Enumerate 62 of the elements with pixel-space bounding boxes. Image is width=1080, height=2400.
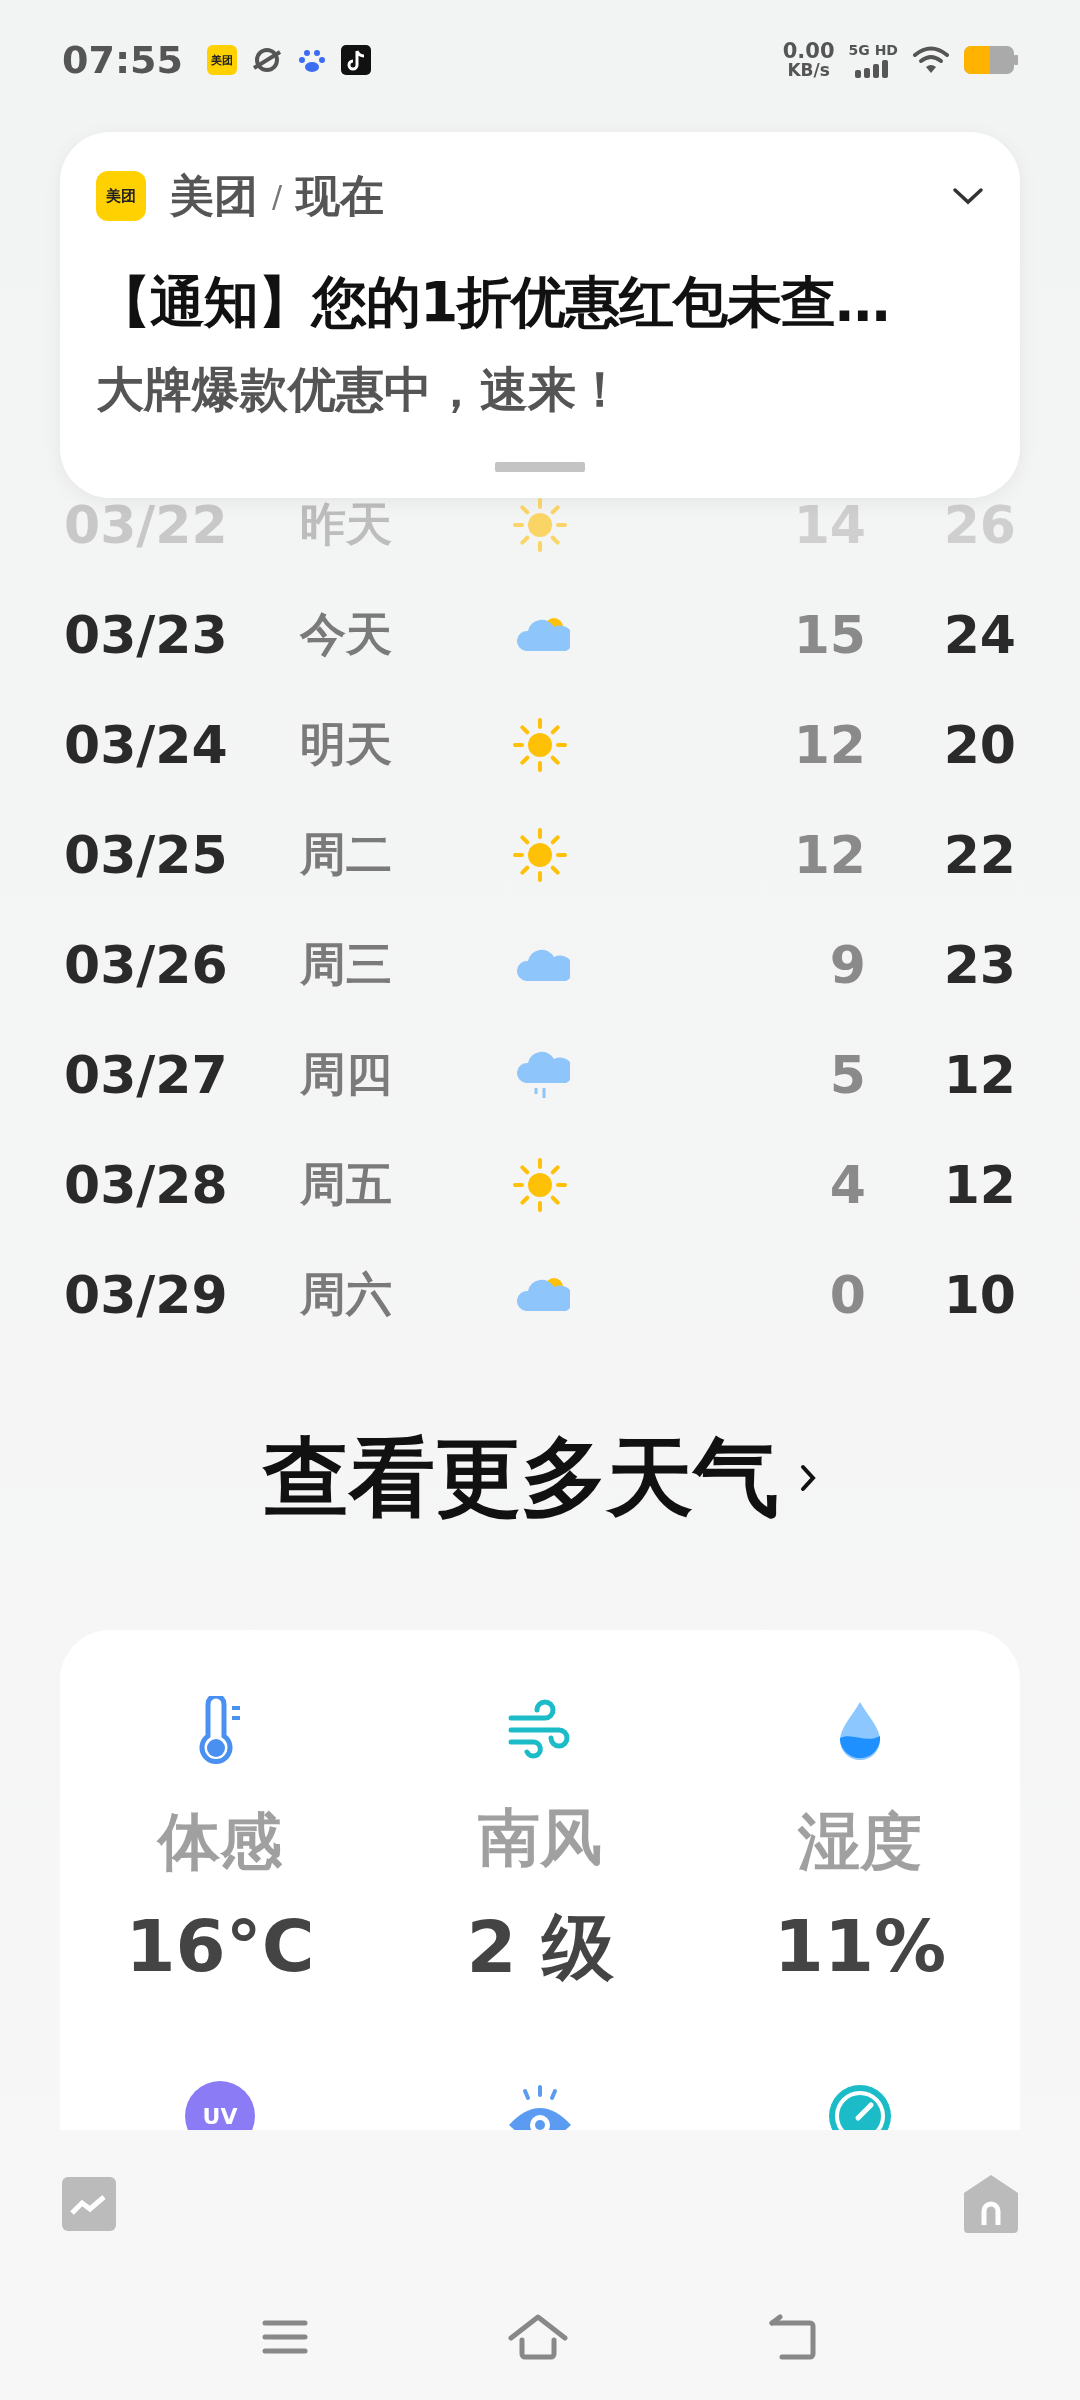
network-speed: 0.00 KB/s — [782, 41, 835, 79]
sun-icon — [510, 715, 570, 775]
forecast-date: 03/24 — [64, 715, 229, 775]
music-note-icon — [340, 45, 371, 75]
battery-icon — [964, 46, 1018, 74]
forecast-day: 周三 — [300, 934, 480, 996]
high-temperature: 12 — [943, 1155, 1016, 1215]
forecast-date: 03/25 — [64, 825, 229, 885]
low-temperature: 4 — [829, 1155, 866, 1215]
high-temperature: 22 — [943, 825, 1016, 885]
forecast-day: 周二 — [300, 824, 480, 886]
notification-title: 【通知】您的1折优惠红包未查… — [96, 269, 891, 336]
high-temperature: 23 — [943, 935, 1016, 995]
forecast-date: 03/27 — [64, 1045, 229, 1105]
app-name: 美团 — [170, 168, 258, 223]
detail-label: 体感 — [158, 1804, 282, 1880]
chevron-right-icon — [799, 1463, 817, 1493]
sun-icon — [510, 825, 570, 885]
home-icon[interactable] — [508, 2314, 568, 2360]
notification-time: 现在 — [296, 168, 385, 223]
forecast-day: 周五 — [300, 1154, 480, 1216]
forecast-day: 今天 — [300, 604, 480, 666]
sun-icon — [510, 495, 570, 555]
forecast-date: 03/28 — [64, 1155, 229, 1215]
meituan-app-icon: 美团 — [206, 45, 237, 75]
forecast-day: 周六 — [300, 1264, 480, 1326]
detail-value: 2 级 — [466, 1904, 614, 1991]
detail-value: 16°C — [125, 1904, 315, 1988]
forecast-day: 明天 — [300, 714, 480, 776]
low-temperature: 12 — [793, 825, 866, 885]
network-type: 5G HD — [848, 42, 898, 58]
low-temperature: 5 — [829, 1045, 866, 1105]
low-temperature: 12 — [793, 715, 866, 775]
detail-value: 11% — [773, 1904, 947, 1988]
notification-body: 大牌爆款优惠中，速来！ — [96, 360, 625, 419]
low-temperature: 0 — [829, 1265, 866, 1325]
forecast-date: 03/26 — [64, 935, 229, 995]
wifi-icon — [912, 45, 950, 75]
forecast-date: 03/23 — [64, 605, 229, 665]
status-time: 07:55 — [62, 38, 183, 82]
detail-label: 湿度 — [798, 1804, 922, 1880]
detail-label: 南风 — [478, 1800, 602, 1876]
high-temperature: 10 — [943, 1265, 1016, 1325]
high-temperature: 12 — [943, 1045, 1016, 1105]
high-temperature: 24 — [943, 605, 1016, 665]
notification-card[interactable]: 美团 美团 / 现在 【通知】您的1折优惠红包未查… 大牌爆款优惠中，速来！ — [60, 132, 1020, 498]
low-temperature: 9 — [829, 935, 866, 995]
more-weather-link[interactable]: 查看更多天气 — [263, 1419, 779, 1537]
meituan-app-icon: 美团 — [96, 171, 146, 221]
sun-icon — [510, 1155, 570, 1215]
high-temperature: 20 — [943, 715, 1016, 775]
uv-icon: UV — [185, 2081, 255, 2130]
house-icon[interactable] — [964, 2175, 1018, 2233]
menu-icon[interactable] — [262, 2318, 308, 2356]
forecast-date: 03/29 — [64, 1265, 229, 1325]
back-icon[interactable] — [768, 2314, 818, 2360]
separator: / — [272, 178, 283, 214]
chevron-down-icon[interactable] — [952, 186, 984, 206]
trend-chart-icon[interactable] — [62, 2177, 116, 2231]
drag-handle[interactable] — [495, 462, 585, 472]
forecast-day: 周四 — [300, 1044, 480, 1106]
low-temperature: 15 — [793, 605, 866, 665]
